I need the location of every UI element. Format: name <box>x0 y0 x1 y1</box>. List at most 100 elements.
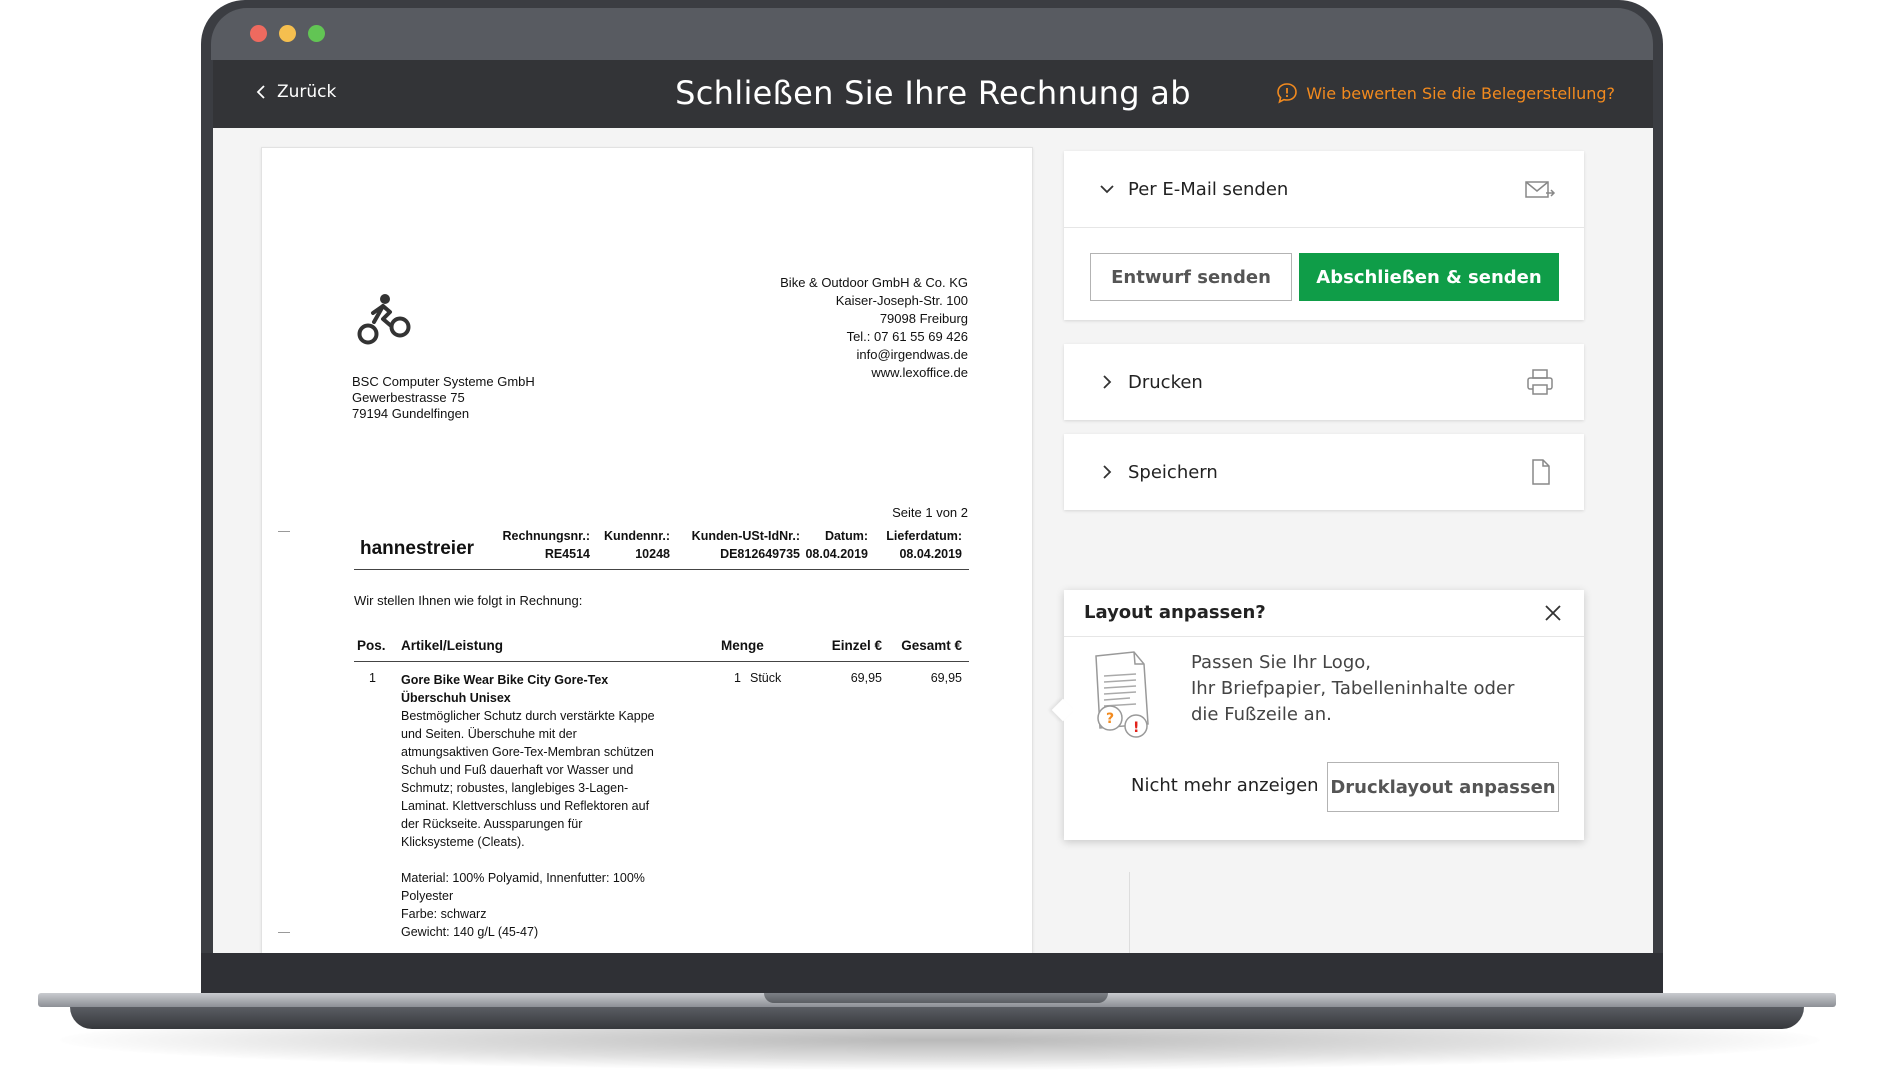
envelope-send-icon <box>1525 181 1556 198</box>
item-total: 69,95 <box>930 671 962 685</box>
laptop-base-underside <box>70 1007 1804 1029</box>
close-icon[interactable] <box>1542 602 1564 624</box>
item-description-line: Bestmöglicher Schutz durch verstärkte Ka… <box>401 709 655 723</box>
item-description-line: Schuh und Fuß dauerhaft vor Wasser und <box>401 763 634 777</box>
svg-text:?: ? <box>1106 711 1114 727</box>
meta-label: Rechnungsnr.: <box>502 529 590 543</box>
email-card: Per E-Mail senden Entwurf senden Abschli… <box>1064 151 1584 320</box>
dont-show-again-link[interactable]: Nicht mehr anzeigen <box>1131 775 1319 796</box>
finalize-send-button[interactable]: Abschließen & senden <box>1299 253 1559 301</box>
document-icon <box>1532 459 1550 485</box>
item-detail-line: Material: 100% Polyamid, Innenfutter: 10… <box>401 871 645 885</box>
item-qty: 1 <box>734 671 741 685</box>
invoice-heading: hannestreier <box>360 538 475 559</box>
meta-vat-id: Kunden-USt-IdNr.: DE812649735 <box>692 527 800 563</box>
item-description-line: Klicksysteme (Cleats). <box>401 835 525 849</box>
printer-icon <box>1527 369 1553 395</box>
item-title: Gore Bike Wear Bike City Gore-Tex <box>401 673 609 687</box>
recipient-address: BSC Computer Systeme GmbH Gewerbestrasse… <box>352 374 535 422</box>
divider <box>354 569 969 570</box>
meta-delivery-date: Lieferdatum: 08.04.2019 <box>886 527 962 563</box>
item-detail-line: Farbe: schwarz <box>401 907 487 921</box>
window-maximize-dot[interactable] <box>308 25 325 42</box>
divider <box>354 661 969 662</box>
page-indicator: Seite 1 von 2 <box>892 505 968 520</box>
column-header-article: Artikel/Leistung <box>401 638 504 653</box>
meta-date: Datum: 08.04.2019 <box>805 527 868 563</box>
meta-label: Lieferdatum: <box>886 529 962 543</box>
meta-invoice-number: Rechnungsnr.: RE4514 <box>502 527 590 563</box>
meta-label: Kundennr.: <box>604 529 670 543</box>
meta-value: 08.04.2019 <box>805 547 868 561</box>
item-pos: 1 <box>369 671 376 685</box>
fold-mark <box>278 932 290 933</box>
popup-text-line: die Fußzeile an. <box>1191 704 1332 725</box>
app-screen: Zurück Schließen Sie Ihre Rechnung ab Wi… <box>213 60 1653 953</box>
save-card: Speichern <box>1064 434 1584 510</box>
fold-mark <box>278 531 290 532</box>
sender-line: www.lexoffice.de <box>871 365 968 380</box>
save-toggle[interactable]: Speichern <box>1064 434 1584 510</box>
email-toggle[interactable]: Per E-Mail senden <box>1064 151 1584 227</box>
popup-message: Passen Sie Ihr Logo, Ihr Briefpapier, Ta… <box>1191 650 1551 728</box>
recipient-line: BSC Computer Systeme GmbH <box>352 374 535 389</box>
meta-value: RE4514 <box>544 547 590 561</box>
bicycle-logo-icon <box>357 294 411 345</box>
meta-label: Datum: <box>824 529 868 543</box>
screen-bezel <box>201 953 1663 993</box>
item-description-line: Laminat. Klettverschluss und Reflektoren… <box>401 799 650 813</box>
recipient-line: 79194 Gundelfingen <box>352 406 470 421</box>
item-description: Gore Bike Wear Bike City Gore-Tex Übersc… <box>401 671 666 941</box>
save-label: Speichern <box>1128 461 1218 483</box>
column-header-total: Gesamt € <box>901 638 962 653</box>
item-description-line: der Rückseite. Aussparungen für <box>401 817 583 831</box>
item-unit-price: 69,95 <box>850 671 882 685</box>
top-bar: Zurück Schließen Sie Ihre Rechnung ab Wi… <box>213 60 1653 128</box>
sender-line: Kaiser-Joseph-Str. 100 <box>835 293 968 308</box>
recipient-line: Gewerbestrasse 75 <box>352 390 465 405</box>
meta-value: DE812649735 <box>720 547 800 561</box>
popup-text-line: Passen Sie Ihr Logo, <box>1191 652 1371 673</box>
meta-value: 08.04.2019 <box>899 547 962 561</box>
item-detail-line: Polyester <box>401 889 454 903</box>
item-description-line: und Seiten. Überschuhe mit der <box>401 727 577 741</box>
meta-customer-number: Kundennr.: 10248 <box>604 527 670 563</box>
popup-header: Layout anpassen? <box>1064 590 1584 637</box>
popup-text-line: Ihr Briefpapier, Tabelleninhalte oder <box>1191 678 1515 699</box>
sender-line: info@irgendwas.de <box>856 347 968 362</box>
invoice-intro: Wir stellen Ihnen wie folgt in Rechnung: <box>354 593 583 608</box>
customize-print-layout-button[interactable]: Drucklayout anpassen <box>1327 762 1559 812</box>
window-close-dot[interactable] <box>250 25 267 42</box>
item-description-line: atmungsaktiven Gore-Tex-Membran schützen <box>401 745 654 759</box>
item-detail-line: Gewicht: 140 g/L (45-47) <box>401 925 539 939</box>
popup-pointer <box>1051 698 1075 722</box>
feedback-label: Wie bewerten Sie die Belegerstellung? <box>1306 83 1615 103</box>
window-titlebar <box>211 8 1653 60</box>
chevron-right-icon <box>1103 375 1112 389</box>
layout-popup: Layout anpassen? ? ! Passen Sie Ihr Logo… <box>1051 590 1584 840</box>
send-draft-button[interactable]: Entwurf senden <box>1090 253 1292 301</box>
divider <box>1129 872 1130 953</box>
print-toggle[interactable]: Drucken <box>1064 344 1584 420</box>
print-label: Drucken <box>1128 371 1203 393</box>
document-question-icon: ? ! <box>1095 651 1149 738</box>
sender-line: Bike & Outdoor GmbH & Co. KG <box>780 275 968 290</box>
sender-line: Tel.: 07 61 55 69 426 <box>846 329 968 344</box>
item-title: Überschuh Unisex <box>401 691 511 705</box>
column-header-pos: Pos. <box>357 638 386 653</box>
divider <box>1064 227 1584 228</box>
svg-text:!: ! <box>1133 720 1139 736</box>
column-header-unit-price: Einzel € <box>831 638 882 653</box>
chevron-down-icon <box>1100 185 1114 194</box>
meta-label: Kunden-USt-IdNr.: <box>691 529 800 543</box>
popup-title: Layout anpassen? <box>1084 602 1266 623</box>
column-header-qty: Menge <box>721 638 764 653</box>
chevron-right-icon <box>1103 465 1112 479</box>
meta-value: 10248 <box>635 547 670 561</box>
feedback-link[interactable]: Wie bewerten Sie die Belegerstellung? <box>1276 82 1615 104</box>
feedback-bubble-icon <box>1277 83 1298 104</box>
sender-line: 79098 Freiburg <box>879 311 968 326</box>
invoice-preview: Bike & Outdoor GmbH & Co. KG Kaiser-Jose… <box>261 147 1033 953</box>
window-minimize-dot[interactable] <box>279 25 296 42</box>
laptop-hinge-notch <box>764 993 1108 1003</box>
